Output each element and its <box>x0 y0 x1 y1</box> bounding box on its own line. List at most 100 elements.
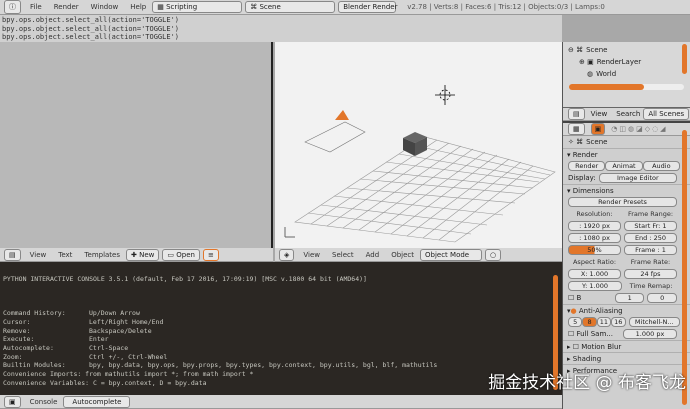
menu-help[interactable]: Help <box>130 3 146 11</box>
motion-blur-panel-header[interactable]: ▸ ☐ Motion Blur <box>563 340 690 352</box>
menu-window[interactable]: Window <box>91 3 119 11</box>
new-label: New <box>139 250 155 259</box>
help-value: Enter <box>89 335 109 344</box>
editor-type-icon[interactable]: ▦ <box>568 123 585 135</box>
help-value: Ctrl-Space <box>89 343 129 352</box>
mode-select[interactable]: Object Mode <box>420 248 482 261</box>
shading-icon[interactable]: ○ <box>485 248 502 261</box>
shading-panel-header[interactable]: ▸ Shading <box>563 352 690 364</box>
outliner-item[interactable]: ◍ World <box>563 68 690 80</box>
full-sample-label: Full Sam... <box>576 330 613 338</box>
resolution-y-field[interactable]: : 1080 px <box>568 233 621 243</box>
render-panel-header[interactable]: ▾ Render <box>563 148 690 160</box>
dimensions-panel-header[interactable]: ▾ Dimensions <box>563 184 690 196</box>
render-engine-select[interactable]: Blender Render <box>338 1 397 13</box>
outliner-scrollbar[interactable] <box>569 84 684 90</box>
frame-start-field[interactable]: Start Fr: 1 <box>624 221 677 231</box>
menu-object[interactable]: Object <box>391 251 414 259</box>
console-banner: PYTHON INTERACTIVE CONSOLE 3.5.1 (defaul… <box>3 275 367 283</box>
aa-samples-16[interactable]: 16 <box>611 317 626 327</box>
menu-add[interactable]: Add <box>366 251 380 259</box>
scene-select[interactable]: ⌘ Scene <box>245 1 336 13</box>
panel-title: Motion Blur <box>581 342 622 351</box>
help-value: Ctrl +/-, Ctrl-Wheel <box>89 352 168 361</box>
menu-text[interactable]: Text <box>58 251 72 259</box>
aa-samples-5[interactable]: 5 <box>568 317 583 327</box>
console-help-line: Cursor: Left/Right Home/End <box>3 318 559 327</box>
display-select[interactable]: Image Editor <box>598 173 677 183</box>
resolution-x-field[interactable]: : 1920 px <box>568 221 621 231</box>
properties-tabs: ▦ ▣ ◔◫◍◪◇◌◢ <box>563 121 690 136</box>
open-label: Open <box>176 250 195 259</box>
outliner-header: ▤ View Search All Scenes <box>563 107 690 121</box>
open-text-button[interactable]: ▭ Open <box>162 248 200 261</box>
animation-button[interactable]: Animat <box>605 161 643 171</box>
aa-samples-8[interactable]: 8 <box>582 317 597 327</box>
menu-select[interactable]: Select <box>332 251 354 259</box>
info-log: bpy.ops.object.select_all(action='TOGGLE… <box>0 15 562 42</box>
menu-console[interactable]: Console <box>30 398 58 406</box>
border-checkbox[interactable]: ☐ B <box>568 294 581 302</box>
full-sample-checkbox[interactable]: ☐ Full Sam... <box>568 330 620 338</box>
line-numbers-icon[interactable]: ≡ <box>202 248 219 261</box>
watermark: 掘金技术社区 @ 布客飞龙 <box>488 373 686 393</box>
menu-templates[interactable]: Templates <box>84 251 120 259</box>
display-mode-select[interactable]: All Scenes <box>643 108 690 120</box>
floor-grid <box>294 136 556 243</box>
autocomplete-button[interactable]: Autocomplete <box>63 395 131 408</box>
fps-select[interactable]: 24 fps <box>624 269 677 279</box>
editor-type-icon[interactable]: ▣ <box>4 395 21 408</box>
console-help-line: Autocomplete: Ctrl-Space <box>3 344 559 353</box>
new-text-button[interactable]: ✚ New <box>126 248 160 261</box>
aa-panel-header[interactable]: ▾ ● Anti-Aliasing <box>563 304 690 316</box>
help-key: Builtin Modules: <box>3 361 66 370</box>
aspect-label: Aspect Ratio: <box>572 258 617 266</box>
render-presets-select[interactable]: Render Presets <box>568 197 677 207</box>
time-remap-label: Time Remap: <box>629 282 673 290</box>
menu-view[interactable]: View <box>30 251 47 259</box>
menu-view[interactable]: View <box>303 251 320 259</box>
right-panels: ⊖ ⌘ Scene ⊕ ▣ RenderLayer ◍ World ▤ View… <box>562 42 690 409</box>
outliner-vscrollbar[interactable] <box>682 44 687 74</box>
menu-file[interactable]: File <box>30 3 42 11</box>
outliner-item[interactable]: ⊕ ▣ RenderLayer <box>563 56 690 68</box>
properties-scrollbar[interactable] <box>682 130 687 405</box>
editor-type-icon[interactable]: ⓘ <box>4 0 21 14</box>
scene-name: Scene <box>259 3 281 11</box>
help-key: Execute: <box>3 335 35 344</box>
frame-step-field[interactable]: Frame : 1 <box>624 245 677 255</box>
menu-view[interactable]: View <box>591 110 608 118</box>
render-button[interactable]: Render <box>568 161 606 171</box>
aspect-x-field[interactable]: X: 1.000 <box>568 269 621 279</box>
console-help-line: Builtin Modules: bpy, bpy.data, bpy.ops, … <box>3 361 559 370</box>
aa-filter-select[interactable]: Mitchell-N... <box>628 317 680 327</box>
render-tab-icon[interactable]: ▣ <box>590 123 606 135</box>
menu-render[interactable]: Render <box>54 3 79 11</box>
text-editor-area[interactable] <box>0 42 273 248</box>
3d-viewport[interactable] <box>275 42 562 248</box>
outliner-item[interactable]: ⊖ ⌘ Scene <box>563 44 690 56</box>
outliner: ⊖ ⌘ Scene ⊕ ▣ RenderLayer ◍ World <box>563 42 690 107</box>
aa-size-field[interactable]: 1.000 px <box>623 329 677 339</box>
remap-new-field[interactable]: 0 <box>647 293 678 303</box>
frame-rate-label: Frame Rate: <box>630 258 671 266</box>
editor-type-icon[interactable]: ▤ <box>568 108 585 120</box>
frame-range-label: Frame Range: <box>627 210 674 218</box>
panel-title: Anti-Aliasing <box>578 306 623 315</box>
frame-end-field[interactable]: End : 250 <box>624 233 677 243</box>
item-label: World <box>596 70 617 78</box>
log-line: bpy.ops.object.select_all(action='TOGGLE… <box>2 33 180 41</box>
aspect-y-field[interactable]: Y: 1.000 <box>568 281 622 291</box>
editor-type-icon[interactable]: ◈ <box>279 248 295 261</box>
panel-title: Render <box>572 150 598 159</box>
layout-select[interactable]: ▦ Scripting <box>152 1 243 13</box>
audio-button[interactable]: Audio <box>642 161 680 171</box>
python-console[interactable]: PYTHON INTERACTIVE CONSOLE 3.5.1 (defaul… <box>0 262 562 403</box>
context-tabs-icon[interactable]: ◔◫◍◪◇◌◢ <box>611 125 667 133</box>
resolution-percent-slider[interactable]: 50% <box>568 245 621 255</box>
editor-type-icon[interactable]: ▤ <box>4 248 21 261</box>
remap-old-field[interactable]: 1 <box>614 293 645 303</box>
menu-search[interactable]: Search <box>616 110 640 118</box>
console-header: ▣ Console Autocomplete <box>0 395 562 409</box>
aa-samples-11[interactable]: 11 <box>596 317 612 327</box>
